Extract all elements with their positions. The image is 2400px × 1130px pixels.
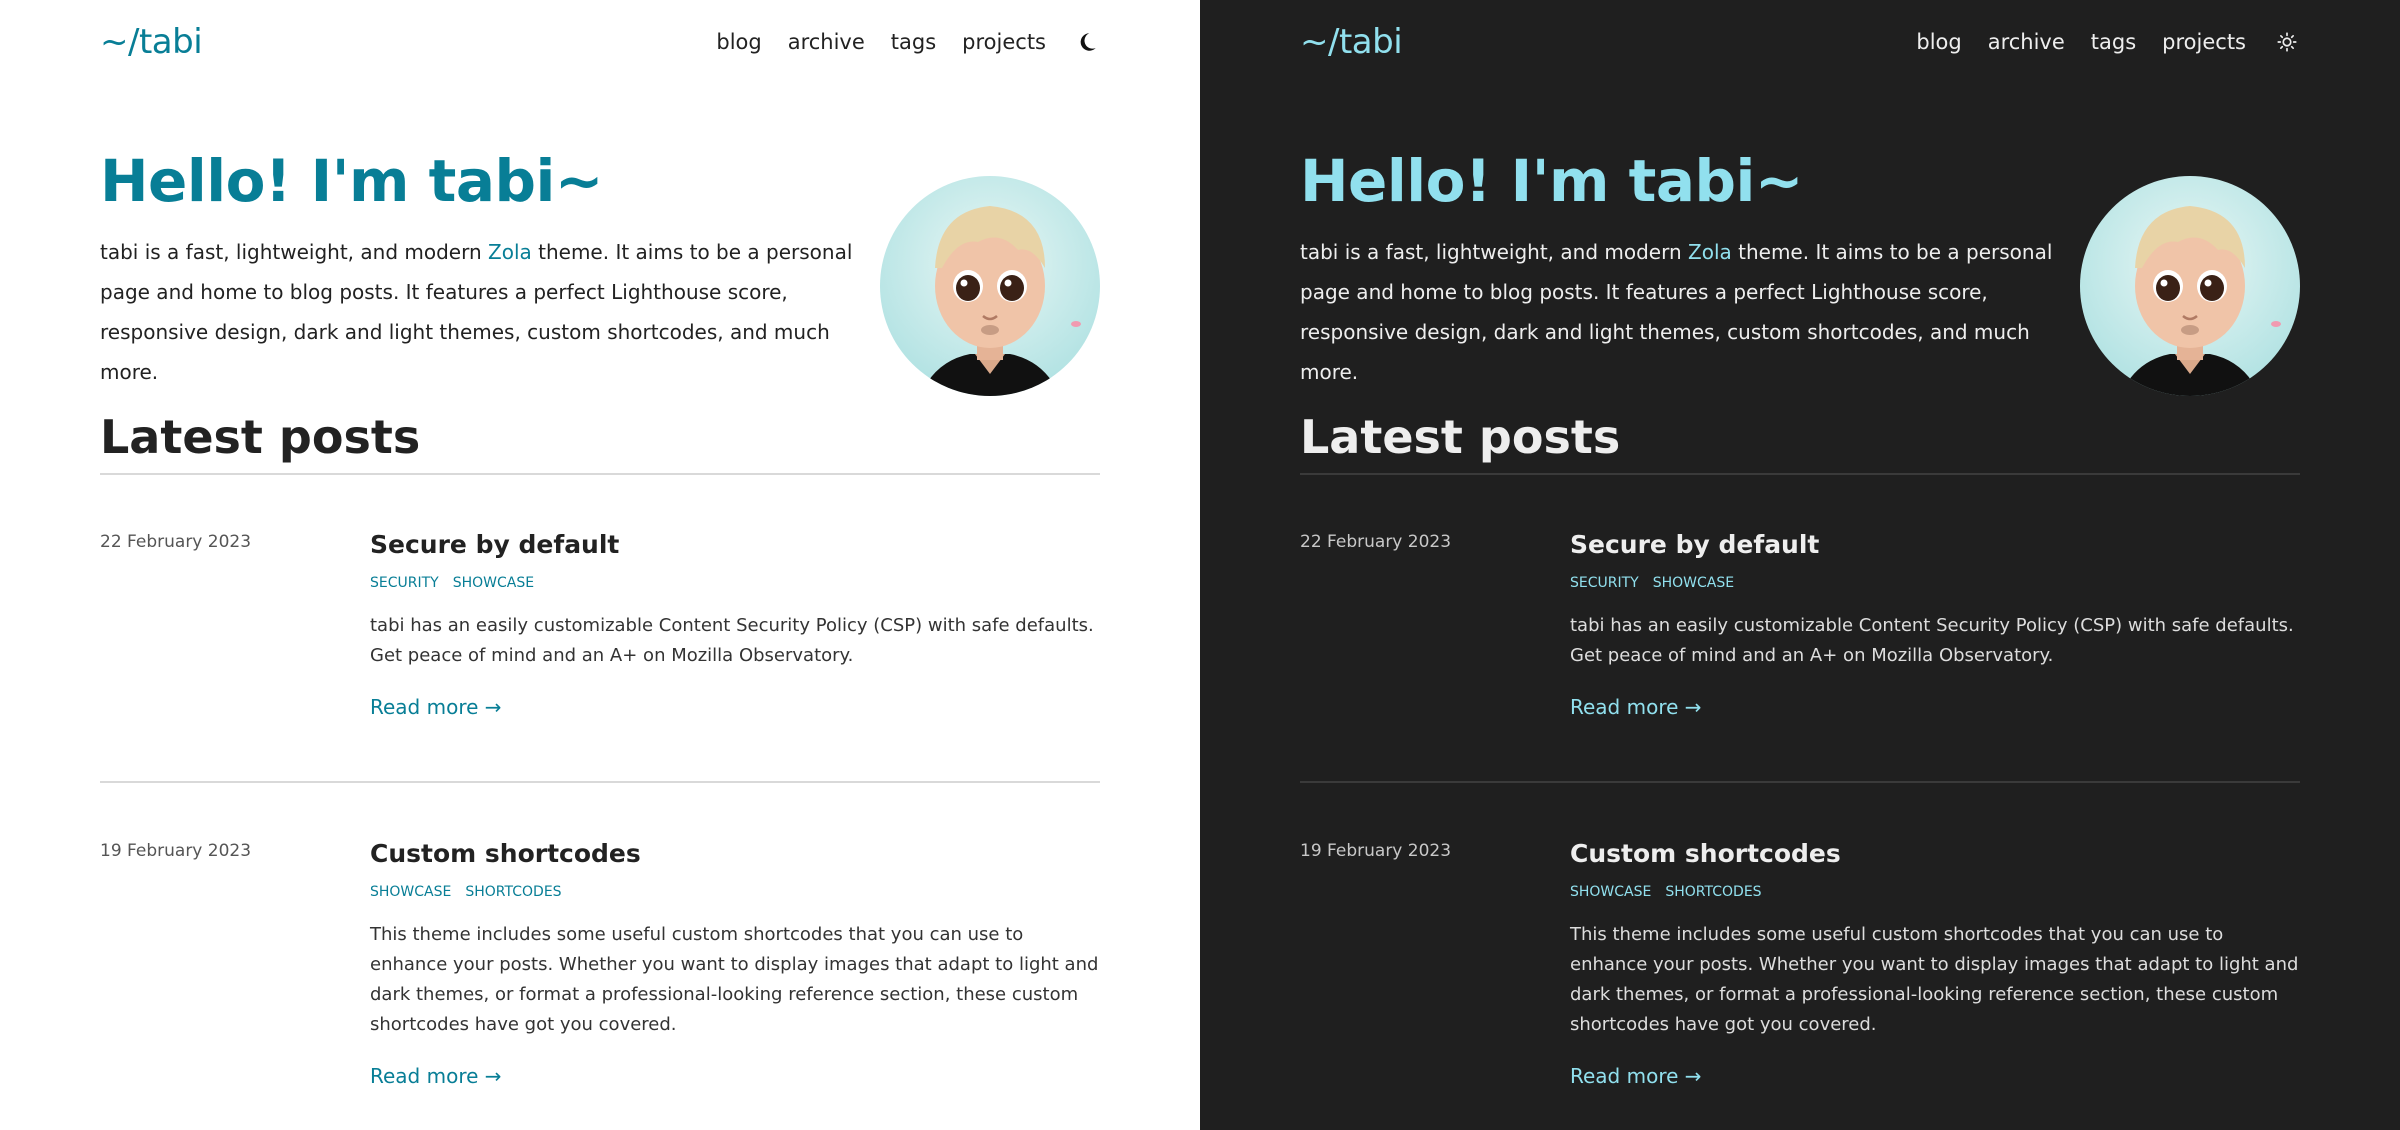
hero-intro: tabi is a fast, lightweight, and modern … (100, 232, 860, 392)
latest-posts-heading: Latest posts (1300, 410, 1621, 464)
post-tags: SHOWCASE SHORTCODES (1570, 884, 2300, 900)
heading-divider (100, 473, 1100, 475)
read-more-link[interactable]: Read more → (370, 695, 502, 719)
avatar (2080, 176, 2300, 396)
hero-intro: tabi is a fast, lightweight, and modern … (1300, 232, 2060, 392)
tag-link[interactable]: SECURITY (370, 575, 439, 591)
nav-blog[interactable]: blog (716, 30, 761, 54)
post-divider (1300, 781, 2300, 783)
post-summary: This theme includes some useful custom s… (1570, 924, 2299, 1035)
hero-title: Hello! I'm tabi~ (1300, 147, 1803, 215)
post-tags: SECURITY SHOWCASE (1570, 575, 2300, 591)
post-title[interactable]: Custom shortcodes (370, 839, 1100, 868)
site-logo[interactable]: ~/tabi (100, 22, 203, 62)
sun-icon (2277, 32, 2297, 52)
theme-toggle-button[interactable] (2274, 29, 2300, 55)
post-tags: SHOWCASE SHORTCODES (370, 884, 1100, 900)
site-header: ~/tabi blog archive tags projects (1300, 18, 2300, 66)
post-summary: tabi has an easily customizable Content … (1570, 615, 2294, 666)
zola-link[interactable]: Zola (488, 240, 532, 264)
hero: Hello! I'm tabi~ tabi is a fast, lightwe… (1300, 147, 2060, 392)
dark-theme-pane: ~/tabi blog archive tags projects Hello!… (1200, 0, 2400, 1130)
nav-archive[interactable]: archive (788, 30, 865, 54)
post-tags: SECURITY SHOWCASE (370, 575, 1100, 591)
avatar (880, 176, 1100, 396)
tag-link[interactable]: SECURITY (1570, 575, 1639, 591)
post-date: 22 February 2023 (1300, 532, 1452, 552)
nav-projects[interactable]: projects (962, 30, 1046, 54)
post-summary: tabi has an easily customizable Content … (370, 615, 1094, 666)
light-theme-pane: ~/tabi blog archive tags projects Hello!… (0, 0, 1200, 1130)
main-nav: blog archive tags projects (716, 29, 1100, 55)
moon-icon (1080, 33, 1096, 51)
tag-link[interactable]: SHOWCASE (370, 884, 451, 900)
tag-link[interactable]: SHOWCASE (1570, 884, 1651, 900)
post-date: 22 February 2023 (100, 532, 252, 552)
zola-link[interactable]: Zola (1688, 240, 1732, 264)
tag-link[interactable]: SHOWCASE (1653, 575, 1734, 591)
hero: Hello! I'm tabi~ tabi is a fast, lightwe… (100, 147, 860, 392)
post-title[interactable]: Custom shortcodes (1570, 839, 2300, 868)
read-more-link[interactable]: Read more → (1570, 1064, 1702, 1088)
tag-link[interactable]: SHOWCASE (453, 575, 534, 591)
main-nav: blog archive tags projects (1916, 29, 2300, 55)
intro-text: tabi is a fast, lightweight, and modern (100, 239, 489, 264)
intro-text: tabi is a fast, lightweight, and modern (1300, 239, 1689, 264)
nav-archive[interactable]: archive (1988, 30, 2065, 54)
hero-title: Hello! I'm tabi~ (100, 147, 603, 215)
site-logo[interactable]: ~/tabi (1300, 22, 1403, 62)
post-divider (100, 781, 1100, 783)
read-more-link[interactable]: Read more → (370, 1064, 502, 1088)
post-title[interactable]: Secure by default (370, 530, 1100, 559)
post-title[interactable]: Secure by default (1570, 530, 2300, 559)
tag-link[interactable]: SHORTCODES (465, 884, 561, 900)
latest-posts-heading: Latest posts (100, 410, 421, 464)
nav-blog[interactable]: blog (1916, 30, 1961, 54)
heading-divider (1300, 473, 2300, 475)
post-date: 19 February 2023 (100, 841, 252, 861)
theme-toggle-button[interactable] (1074, 29, 1100, 55)
post-date: 19 February 2023 (1300, 841, 1452, 861)
tag-link[interactable]: SHORTCODES (1665, 884, 1761, 900)
site-header: ~/tabi blog archive tags projects (100, 18, 1100, 66)
nav-tags[interactable]: tags (2091, 30, 2136, 54)
read-more-link[interactable]: Read more → (1570, 695, 1702, 719)
nav-projects[interactable]: projects (2162, 30, 2246, 54)
nav-tags[interactable]: tags (891, 30, 936, 54)
post-summary: This theme includes some useful custom s… (370, 924, 1099, 1035)
